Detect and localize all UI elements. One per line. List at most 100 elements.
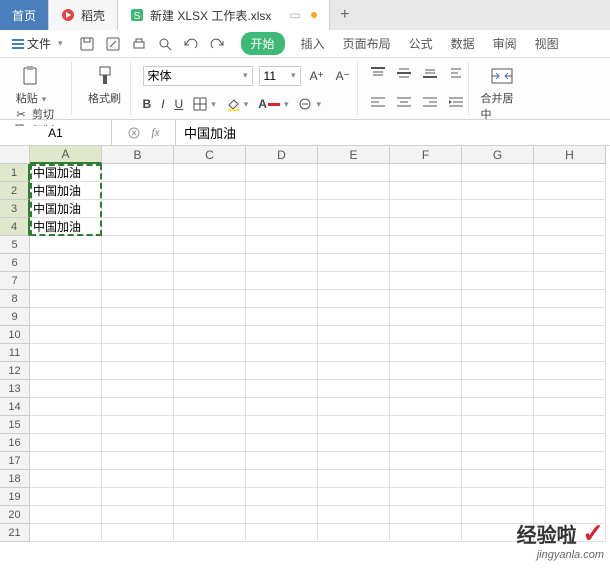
- increase-font-button[interactable]: A+: [307, 66, 327, 86]
- cell[interactable]: [174, 272, 246, 290]
- cell[interactable]: [462, 524, 534, 542]
- align-center-button[interactable]: [396, 96, 412, 110]
- cell[interactable]: [534, 218, 606, 236]
- row-header[interactable]: 8: [0, 290, 30, 308]
- cell[interactable]: [30, 380, 102, 398]
- row-header[interactable]: 15: [0, 416, 30, 434]
- cell[interactable]: [30, 452, 102, 470]
- cell[interactable]: [102, 470, 174, 488]
- add-tab-button[interactable]: +: [330, 0, 360, 30]
- column-header[interactable]: D: [246, 146, 318, 164]
- save-icon[interactable]: [79, 36, 95, 52]
- cell[interactable]: [318, 254, 390, 272]
- cell[interactable]: [534, 308, 606, 326]
- cell[interactable]: [174, 380, 246, 398]
- cell[interactable]: [174, 290, 246, 308]
- cell[interactable]: [318, 506, 390, 524]
- cell[interactable]: [318, 200, 390, 218]
- cell[interactable]: [246, 308, 318, 326]
- cell[interactable]: [174, 452, 246, 470]
- cell[interactable]: [390, 362, 462, 380]
- cell[interactable]: [462, 290, 534, 308]
- cell[interactable]: [246, 182, 318, 200]
- cell[interactable]: [318, 218, 390, 236]
- cell[interactable]: [30, 254, 102, 272]
- row-header[interactable]: 16: [0, 434, 30, 452]
- tab-start[interactable]: 开始: [241, 32, 285, 55]
- cell[interactable]: [30, 524, 102, 542]
- cell[interactable]: [462, 326, 534, 344]
- row-header[interactable]: 14: [0, 398, 30, 416]
- cell[interactable]: [390, 308, 462, 326]
- cell[interactable]: [318, 380, 390, 398]
- print-preview-icon[interactable]: [157, 36, 173, 52]
- row-header[interactable]: 18: [0, 470, 30, 488]
- cell[interactable]: [318, 470, 390, 488]
- cell[interactable]: [462, 380, 534, 398]
- cell[interactable]: [534, 344, 606, 362]
- tab-insert[interactable]: 插入: [299, 31, 327, 56]
- align-top-button[interactable]: [370, 67, 386, 81]
- cell[interactable]: [30, 326, 102, 344]
- cell[interactable]: [534, 272, 606, 290]
- cell[interactable]: [246, 506, 318, 524]
- cell[interactable]: [318, 362, 390, 380]
- row-header[interactable]: 6: [0, 254, 30, 272]
- cell[interactable]: [390, 488, 462, 506]
- column-header[interactable]: B: [102, 146, 174, 164]
- cell[interactable]: [534, 326, 606, 344]
- cell[interactable]: [102, 308, 174, 326]
- cell[interactable]: [318, 488, 390, 506]
- row-header[interactable]: 9: [0, 308, 30, 326]
- cell[interactable]: [174, 434, 246, 452]
- cell[interactable]: [390, 200, 462, 218]
- cell[interactable]: [246, 398, 318, 416]
- undo-icon[interactable]: [183, 36, 199, 52]
- cell[interactable]: [30, 236, 102, 254]
- cell[interactable]: [174, 524, 246, 542]
- cell[interactable]: [534, 524, 606, 542]
- cell[interactable]: [174, 218, 246, 236]
- cell[interactable]: [246, 236, 318, 254]
- cell[interactable]: [390, 164, 462, 182]
- tab-formula[interactable]: 公式: [407, 31, 435, 56]
- cell[interactable]: [534, 470, 606, 488]
- select-all-corner[interactable]: [0, 146, 30, 164]
- cell[interactable]: [174, 398, 246, 416]
- cell[interactable]: [30, 470, 102, 488]
- cell[interactable]: 中国加油: [30, 182, 102, 200]
- cell[interactable]: [390, 434, 462, 452]
- cell[interactable]: [246, 290, 318, 308]
- cell[interactable]: [534, 398, 606, 416]
- cell[interactable]: [318, 164, 390, 182]
- decrease-font-button[interactable]: A−: [333, 66, 353, 86]
- cell[interactable]: [174, 416, 246, 434]
- tab-review[interactable]: 审阅: [491, 31, 519, 56]
- cell[interactable]: [246, 452, 318, 470]
- cell[interactable]: [30, 416, 102, 434]
- cell[interactable]: 中国加油: [30, 218, 102, 236]
- row-header[interactable]: 10: [0, 326, 30, 344]
- format-painter-button[interactable]: 格式刷: [84, 62, 126, 106]
- tab-menu-icon[interactable]: ▭: [289, 8, 300, 22]
- row-header[interactable]: 20: [0, 506, 30, 524]
- cell[interactable]: [534, 200, 606, 218]
- font-size-select[interactable]: 11▾: [259, 66, 301, 86]
- fx-icon[interactable]: fx: [151, 125, 159, 140]
- cell[interactable]: [534, 290, 606, 308]
- cell[interactable]: [246, 434, 318, 452]
- border-button[interactable]: ▾: [193, 97, 216, 111]
- align-bottom-button[interactable]: [422, 67, 438, 81]
- cell[interactable]: [174, 200, 246, 218]
- cell[interactable]: [246, 344, 318, 362]
- cell[interactable]: [246, 488, 318, 506]
- file-menu[interactable]: 文件 ▾: [6, 33, 69, 54]
- cell[interactable]: [462, 236, 534, 254]
- cell[interactable]: [390, 452, 462, 470]
- cell[interactable]: [246, 470, 318, 488]
- cell[interactable]: [390, 470, 462, 488]
- spreadsheet-grid[interactable]: ABCDEFGH 1中国加油2中国加油3中国加油4中国加油56789101112…: [0, 146, 610, 542]
- tab-view[interactable]: 视图: [533, 31, 561, 56]
- cell[interactable]: [462, 254, 534, 272]
- cell[interactable]: [534, 254, 606, 272]
